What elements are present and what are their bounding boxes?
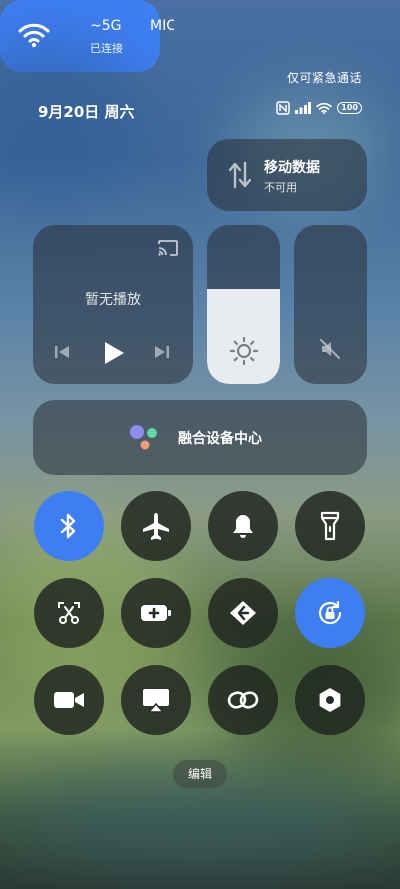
media-title: 暂无播放	[85, 292, 141, 308]
volume-slider[interactable]	[294, 225, 367, 384]
mute-icon	[320, 339, 340, 359]
airplane-mode-toggle[interactable]	[121, 491, 191, 561]
carrier-status: 仅可紧急通话	[286, 71, 362, 85]
bell-icon	[233, 515, 253, 538]
battery-saver-toggle[interactable]	[121, 578, 191, 648]
battery-icon: 100	[337, 102, 362, 114]
edit-button[interactable]: 编辑	[173, 760, 227, 788]
signal-icon	[295, 102, 312, 114]
bluetooth-toggle[interactable]	[34, 491, 104, 561]
nfc-icon	[276, 101, 291, 115]
settings-nut-toggle[interactable]	[295, 665, 365, 735]
device-center-label: 融合设备中心	[178, 431, 262, 447]
link-icon	[227, 691, 259, 709]
wifi-icon	[18, 23, 50, 48]
screenshot-scissors-icon	[58, 602, 80, 624]
airplane-icon	[143, 513, 169, 540]
cast-icon[interactable]	[157, 239, 179, 257]
brightness-slider[interactable]	[207, 225, 280, 384]
wifi-status: 已连接	[90, 42, 123, 55]
device-center-tile[interactable]: 融合设备中心	[33, 400, 367, 475]
play-icon[interactable]	[102, 340, 126, 366]
mobile-data-status: 不可用	[264, 181, 297, 194]
screenshot-toggle[interactable]	[34, 578, 104, 648]
connect-share-icon	[230, 601, 256, 625]
media-tile[interactable]: 暂无播放	[33, 225, 193, 384]
flashlight-icon	[320, 511, 340, 541]
mobile-data-tile[interactable]: 移动数据 不可用	[207, 139, 367, 211]
hex-nut-icon	[319, 688, 341, 712]
previous-track-icon[interactable]	[53, 343, 71, 361]
battery-plus-icon	[141, 605, 171, 621]
sound-toggle[interactable]	[208, 491, 278, 561]
mobile-data-icon	[229, 161, 251, 189]
status-icons: 100	[276, 101, 362, 115]
screen-record-toggle[interactable]	[34, 665, 104, 735]
brightness-icon	[229, 336, 259, 366]
bluetooth-icon	[60, 513, 76, 539]
screen-cast-toggle[interactable]	[121, 665, 191, 735]
video-camera-icon	[54, 692, 84, 708]
next-track-icon[interactable]	[153, 343, 171, 361]
rotation-lock-toggle[interactable]	[295, 578, 365, 648]
connect-share-toggle[interactable]	[208, 578, 278, 648]
flashlight-toggle[interactable]	[295, 491, 365, 561]
device-center-icon	[130, 425, 157, 450]
rotation-lock-icon	[318, 600, 342, 625]
date-label: 9月20日 周六	[38, 103, 135, 121]
wifi-network-1: ~5G	[90, 18, 122, 34]
wifi-network-2: MIC	[150, 18, 174, 34]
link-toggle[interactable]	[208, 665, 278, 735]
screen-cast-icon	[143, 689, 169, 713]
mobile-data-title: 移动数据	[264, 160, 320, 176]
wifi-status-icon	[316, 102, 333, 114]
